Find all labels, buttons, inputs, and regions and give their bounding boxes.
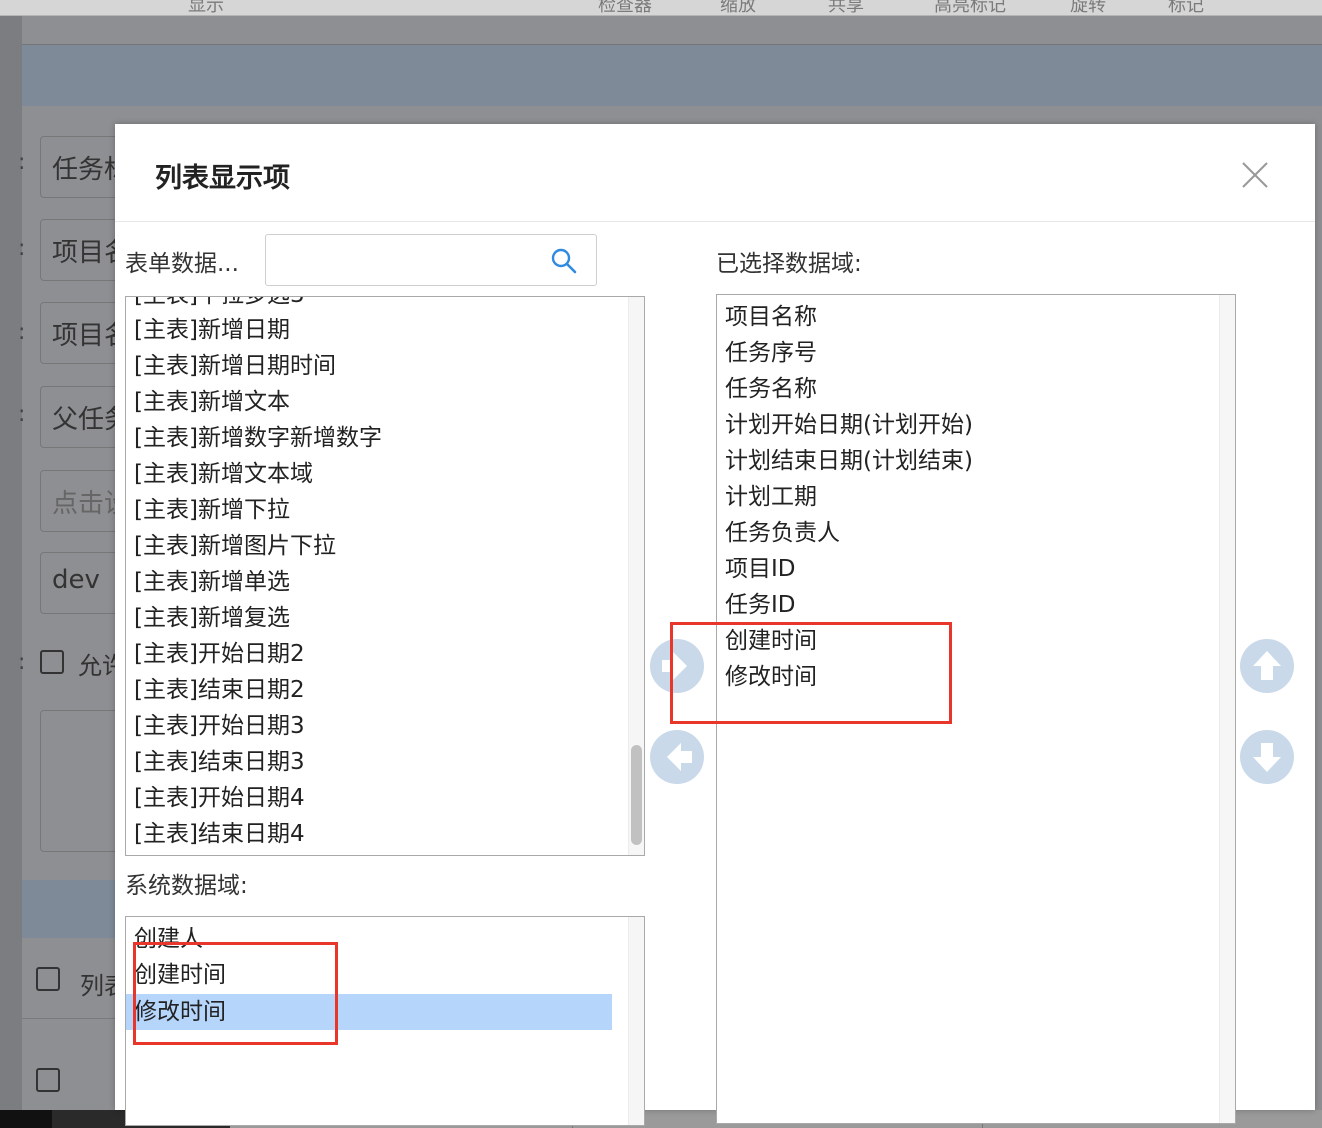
dialog-title: 列表显示项 [155, 163, 290, 194]
list-item[interactable]: 项目ID [725, 551, 796, 587]
list-item[interactable]: [主表]开始日期2 [134, 636, 305, 672]
list-item[interactable]: 任务负责人 [725, 515, 840, 551]
background-header-band [22, 44, 1322, 106]
background-row-checkbox[interactable] [36, 1068, 60, 1092]
list-item[interactable]: [主表]结束日期4 [134, 816, 305, 852]
selected-fields-scrollbar[interactable] [1219, 295, 1235, 1123]
system-fields-list[interactable]: 创建人 创建时间 修改时间 [125, 916, 645, 1126]
background-section-band [22, 880, 122, 938]
search-input[interactable] [274, 243, 534, 277]
background-tick: : [18, 320, 26, 345]
list-item[interactable]: 项目名称 [725, 299, 817, 335]
background-tick: : [18, 150, 26, 175]
toolbar-item-markup[interactable]: 标记 [1168, 0, 1204, 15]
toolbar-item-highlight[interactable]: 高亮标记 [934, 0, 1006, 15]
list-item[interactable]: [主表]开始日期3 [134, 708, 305, 744]
close-icon[interactable] [1240, 160, 1270, 190]
list-item[interactable]: 计划工期 [725, 479, 817, 515]
list-item[interactable]: 任务名称 [725, 371, 817, 407]
toolbar-item-rotate[interactable]: 旋转 [1070, 0, 1106, 15]
toolbar-item-share[interactable]: 共享 [828, 0, 864, 15]
list-item[interactable]: 创建时间 [134, 957, 226, 993]
arrow-right-icon[interactable] [649, 638, 705, 694]
list-item[interactable]: 创建时间 [725, 623, 817, 659]
background-allow-checkbox[interactable] [40, 650, 64, 674]
list-item[interactable]: [主表]新增数字新增数字 [134, 420, 382, 456]
system-fields-scrollbar[interactable] [628, 917, 644, 1125]
list-item[interactable]: 计划开始日期(计划开始) [725, 407, 973, 443]
list-item[interactable]: [主表]开始日期4 [134, 780, 305, 816]
background-tick: : [18, 650, 26, 675]
background-list-checkbox[interactable] [36, 967, 60, 991]
background-tick: : [18, 236, 26, 261]
list-item[interactable]: [主表]下拉多选3 [134, 297, 305, 313]
list-item[interactable]: 任务ID [725, 587, 796, 623]
list-item[interactable]: [主表]结束日期3 [134, 744, 305, 780]
arrow-down-icon[interactable] [1239, 729, 1295, 785]
list-item[interactable]: [主表]新增单选 [134, 564, 290, 600]
list-item[interactable]: [主表]新增日期 [134, 312, 290, 348]
bottom-dark-segment-2 [0, 1110, 52, 1128]
toolbar-item-zoom[interactable]: 缩放 [720, 0, 756, 15]
form-data-scrollbar-thumb[interactable] [631, 745, 642, 845]
selected-fields-label: 已选择数据域: [716, 251, 862, 277]
background-tick: : [18, 402, 26, 427]
dialog-header: 列表显示项 [115, 124, 1315, 222]
list-item[interactable]: [主表]新增复选 [134, 600, 290, 636]
list-item-selected[interactable]: 修改时间 [126, 994, 612, 1030]
list-item[interactable]: [主表]新增日期时间 [134, 348, 336, 384]
arrow-up-icon[interactable] [1239, 638, 1295, 694]
list-display-dialog: 列表显示项 表单数据... [主表]下拉多选3 [主表]新增日期 [主表]新增日… [115, 124, 1315, 1126]
toolbar-item-display[interactable]: 显示 [188, 0, 224, 15]
list-item[interactable]: [主表]结束日期2 [134, 672, 305, 708]
list-item[interactable]: [主表]新增图片下拉 [134, 528, 336, 564]
search-field[interactable] [265, 234, 597, 286]
background-divider [22, 1018, 122, 1019]
list-item[interactable]: [主表]新增文本域 [134, 456, 313, 492]
list-item[interactable]: 修改时间 [725, 659, 817, 695]
system-fields-label: 系统数据域: [125, 873, 248, 899]
list-item[interactable]: 创建人 [134, 921, 203, 957]
list-item[interactable]: [主表]新增文本 [134, 384, 290, 420]
list-item[interactable]: 计划结束日期(计划结束) [725, 443, 973, 479]
form-data-label: 表单数据... [125, 251, 239, 277]
list-item[interactable]: 任务序号 [725, 335, 817, 371]
selected-fields-list[interactable]: 项目名称 任务序号 任务名称 计划开始日期(计划开始) 计划结束日期(计划结束)… [716, 294, 1236, 1124]
list-item[interactable]: [主表]新增下拉 [134, 492, 290, 528]
form-data-scrollbar[interactable] [628, 297, 644, 855]
background-left-strip [0, 16, 22, 1110]
search-icon[interactable] [550, 247, 578, 275]
form-data-list[interactable]: [主表]下拉多选3 [主表]新增日期 [主表]新增日期时间 [主表]新增文本 [… [125, 296, 645, 856]
arrow-left-icon[interactable] [649, 729, 705, 785]
app-toolbar: 显示 检查器 缩放 共享 高亮标记 旋转 标记 [0, 0, 1322, 16]
toolbar-item-inspector[interactable]: 检查器 [598, 0, 652, 15]
